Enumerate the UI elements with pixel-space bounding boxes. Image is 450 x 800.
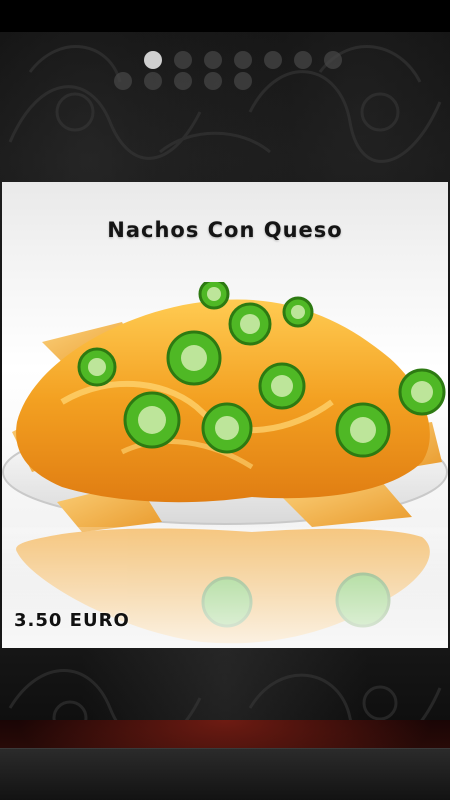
app-screen: Nachos Con Queso 3.50 EURO [0,0,450,800]
status-bar [0,0,450,32]
menu-item-title: Nachos Con Queso [107,218,343,242]
page-indicator[interactable] [110,48,350,92]
price-label: 3.50 EURO [14,610,130,631]
page-dot-11[interactable] [204,72,222,90]
page-dot-1[interactable] [144,51,162,69]
bottom-nav-bar [0,720,450,800]
page-dot-4[interactable] [234,51,252,69]
bottom-nav-panel[interactable] [0,748,450,800]
page-dot-5[interactable] [264,51,282,69]
page-dot-7[interactable] [324,51,342,69]
menu-item-card[interactable]: Nachos Con Queso 3.50 EURO [2,182,448,648]
page-dot-2[interactable] [174,51,192,69]
page-dot-6[interactable] [294,51,312,69]
page-dot-3[interactable] [204,51,222,69]
page-dot-12[interactable] [234,72,252,90]
page-dot-8[interactable] [114,72,132,90]
nachos-photo [2,282,448,648]
page-dot-10[interactable] [174,72,192,90]
page-dot-9[interactable] [144,72,162,90]
